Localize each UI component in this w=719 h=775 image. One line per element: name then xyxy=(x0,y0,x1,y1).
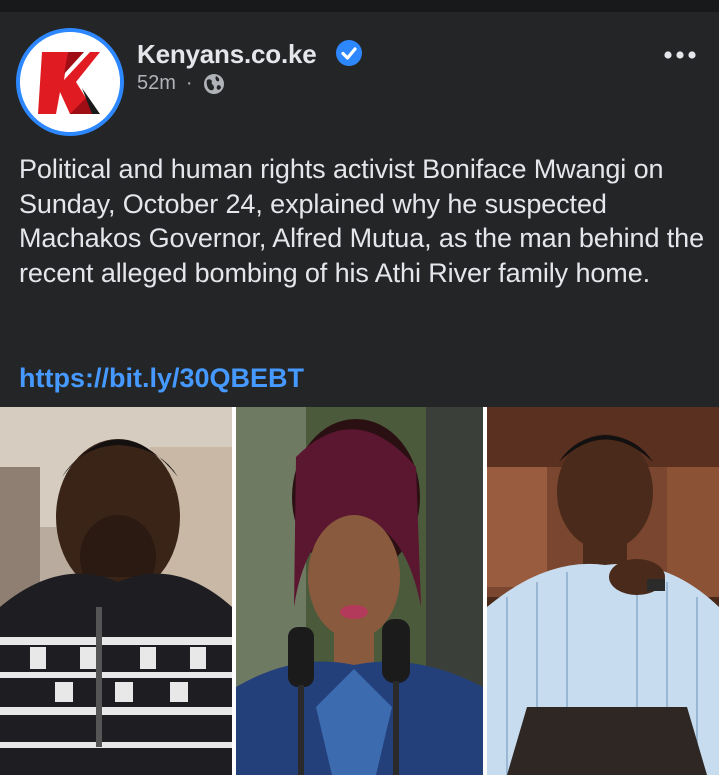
photo-woman-at-microphones[interactable] xyxy=(236,407,483,775)
post-meta: 52m · xyxy=(137,72,225,95)
page-name[interactable]: Kenyans.co.ke xyxy=(137,39,317,70)
meta-separator: · xyxy=(185,72,193,94)
photo-man-smiling-seated[interactable] xyxy=(487,407,719,775)
verified-badge-icon xyxy=(336,40,362,66)
photo-man-patterned-sweater[interactable] xyxy=(0,407,232,775)
post-link[interactable]: https://bit.ly/30QBEBT xyxy=(19,363,304,394)
top-strip xyxy=(0,0,719,12)
globe-icon[interactable] xyxy=(203,73,225,95)
kenyans-logo xyxy=(20,32,120,132)
post-timestamp[interactable]: 52m xyxy=(137,72,176,95)
post-body-text: Political and human rights activist Boni… xyxy=(19,154,704,288)
page-avatar[interactable] xyxy=(16,28,124,136)
more-options-icon[interactable] xyxy=(663,48,697,62)
post-header: Kenyans.co.ke 52m · xyxy=(0,12,719,142)
photo-collage[interactable] xyxy=(0,407,719,775)
